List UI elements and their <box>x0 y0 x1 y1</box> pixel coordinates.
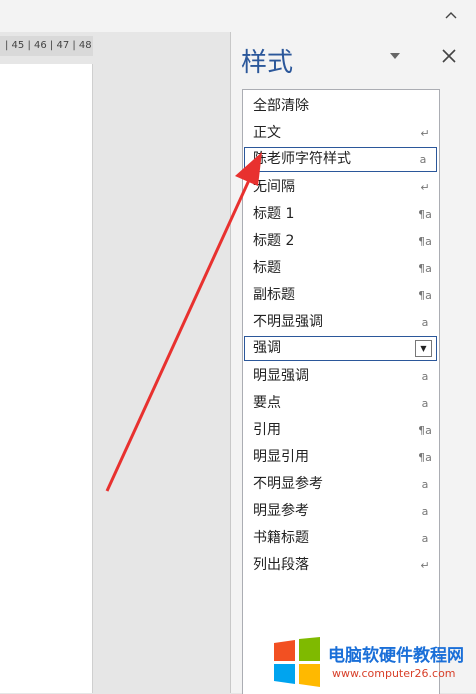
style-item-label: 副标题 <box>253 287 295 303</box>
style-item[interactable]: 书籍标题 a <box>243 525 439 552</box>
style-item-label: 不明显参考 <box>253 476 323 492</box>
style-type-icon: ↵ <box>420 127 430 140</box>
style-type-icon: ¶a <box>418 208 432 221</box>
style-item[interactable]: 正文 ↵ <box>243 120 439 147</box>
style-type-icon: ¶a <box>418 289 432 302</box>
style-type-icon: a <box>421 316 429 329</box>
style-type-icon: a <box>421 478 429 491</box>
style-item[interactable]: 不明显参考 a <box>243 471 439 498</box>
style-item[interactable]: 列出段落 ↵ <box>243 552 439 579</box>
style-item-label: 引用 <box>253 422 281 438</box>
style-item-label: 标题 1 <box>253 206 295 222</box>
style-type-icon: ¶a <box>418 451 432 464</box>
style-item-label: 要点 <box>253 395 281 411</box>
style-item-label: 强调 <box>253 340 281 356</box>
style-item[interactable]: 明显参考 a <box>243 498 439 525</box>
style-type-icon: ↵ <box>420 181 430 194</box>
pane-title: 样式 <box>241 48 294 78</box>
style-item[interactable]: 全部清除 <box>243 93 439 120</box>
horizontal-ruler: | 45 | 46 | 47 | 48 <box>0 36 93 56</box>
style-item[interactable]: 副标题 ¶a <box>243 282 439 309</box>
style-item[interactable]: 标题 2 ¶a <box>243 228 439 255</box>
close-icon <box>442 49 456 63</box>
style-item-label: 正文 <box>253 125 281 141</box>
document-page[interactable] <box>0 64 93 693</box>
window-top-bar <box>0 0 476 32</box>
chevron-up-icon <box>445 12 457 19</box>
pane-close-button[interactable] <box>439 46 459 66</box>
style-item-label: 陈老师字符样式 <box>253 151 351 167</box>
ruler-text: | 45 | 46 | 47 | 48 <box>5 40 92 51</box>
style-item-label: 标题 <box>253 260 281 276</box>
style-type-icon: a <box>421 397 429 410</box>
triangle-down-icon <box>390 53 400 59</box>
styles-pane: 样式 全部清除 正文 ↵ 陈老师字符样式 a 无间隔 ↵ 标题 1 ¶a 标题 2 ¶a 标题 ¶a 副标… <box>231 32 476 694</box>
style-item-label: 列出段落 <box>253 557 309 573</box>
watermark-url: www.computer26.com <box>332 667 456 680</box>
style-item-label: 无间隔 <box>253 179 295 195</box>
style-item[interactable]: 强调 ▼ <box>244 336 437 361</box>
style-type-icon: ¶a <box>418 262 432 275</box>
collapse-ribbon-button[interactable] <box>440 4 462 26</box>
style-item-label: 明显引用 <box>253 449 309 465</box>
style-type-icon: a <box>421 532 429 545</box>
style-item[interactable]: 要点 a <box>243 390 439 417</box>
style-item-label: 标题 2 <box>253 233 295 249</box>
style-type-icon: a <box>421 505 429 518</box>
watermark-text: 电脑软硬件教程网 <box>328 646 464 666</box>
style-item[interactable]: 不明显强调 a <box>243 309 439 336</box>
style-item[interactable]: 无间隔 ↵ <box>243 174 439 201</box>
style-item-label: 明显参考 <box>253 503 309 519</box>
style-type-icon: a <box>421 370 429 383</box>
style-item[interactable]: 标题 ¶a <box>243 255 439 282</box>
style-type-icon: ¶a <box>418 235 432 248</box>
style-type-icon: ↵ <box>420 559 430 572</box>
style-item[interactable]: 明显引用 ¶a <box>243 444 439 471</box>
pane-options-button[interactable] <box>389 50 403 64</box>
windows-logo-icon <box>274 637 320 687</box>
styles-list[interactable]: 全部清除正文 ↵ 陈老师字符样式 a 无间隔 ↵ 标题 1 ¶a 标题 2 ¶a 标题 ¶a 副标题 ¶a… <box>242 89 440 694</box>
style-item[interactable]: 明显强调 a <box>243 363 439 390</box>
style-item-label: 书籍标题 <box>253 530 309 546</box>
style-type-icon: a <box>419 153 427 166</box>
watermark: 电脑软硬件教程网 www.computer26.com <box>270 633 476 693</box>
style-item-label: 全部清除 <box>253 98 309 114</box>
style-type-icon: ¶a <box>418 424 432 437</box>
style-item[interactable]: 引用 ¶a <box>243 417 439 444</box>
style-dropdown-button[interactable]: ▼ <box>415 340 432 357</box>
style-item[interactable]: 陈老师字符样式 a <box>244 147 437 172</box>
style-item-label: 明显强调 <box>253 368 309 384</box>
style-item-label: 不明显强调 <box>253 314 323 330</box>
style-item[interactable]: 标题 1 ¶a <box>243 201 439 228</box>
